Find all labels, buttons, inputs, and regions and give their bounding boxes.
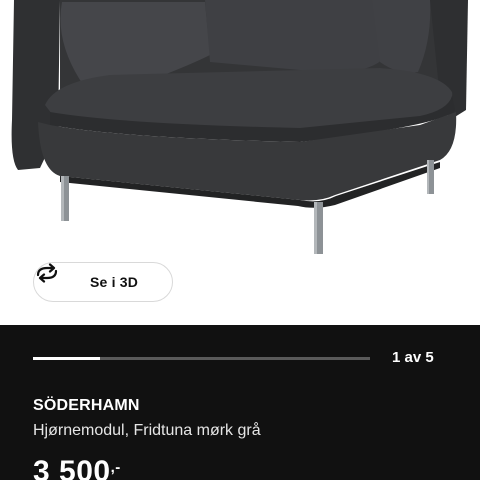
view-in-3d-button[interactable]: Se i 3D: [33, 262, 173, 302]
product-price: 3 500,-: [33, 455, 121, 489]
gallery-progress-fill: [33, 357, 101, 360]
gallery-progress-bar: [33, 357, 370, 360]
product-info-panel: 1 av 5 SÖDERHAMN Hjørnemodul, Fridtuna m…: [0, 325, 480, 488]
product-description: Hjørnemodul, Fridtuna mørk grå: [33, 422, 261, 439]
rotate-3d-icon: [36, 263, 80, 292]
price-main: 3 500: [33, 455, 111, 488]
view-in-3d-label: Se i 3D: [90, 274, 139, 290]
product-name: SÖDERHAMN: [33, 397, 140, 414]
price-suffix: ,-: [110, 459, 121, 476]
gallery-counter: 1 av 5: [392, 349, 434, 366]
product-image-area[interactable]: Se i 3D: [0, 0, 480, 325]
